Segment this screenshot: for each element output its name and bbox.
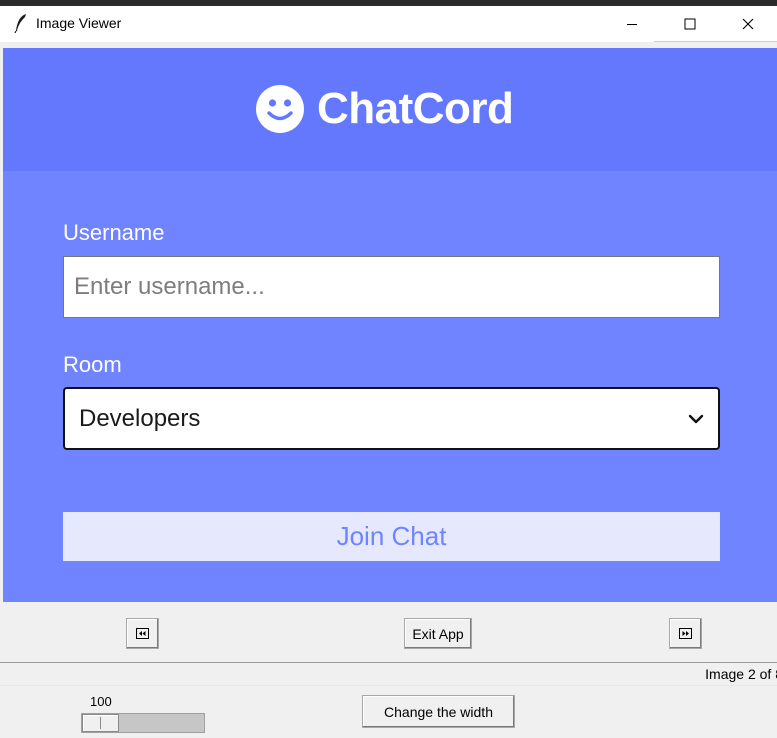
maximize-button[interactable] [661, 6, 719, 42]
close-button[interactable] [719, 6, 777, 42]
username-input[interactable] [63, 256, 720, 318]
room-label: Room [63, 352, 122, 377]
chevron-down-icon [688, 414, 704, 423]
rewind-icon [136, 628, 149, 639]
chatcord-logo: ChatCord [255, 84, 514, 134]
chatcord-header: ChatCord [3, 48, 777, 171]
previous-image-button[interactable] [126, 618, 159, 649]
image-counter: Image 2 of 8 [705, 666, 777, 682]
join-chat-button[interactable]: Join Chat [63, 512, 720, 561]
username-label: Username [63, 220, 165, 245]
status-bar: Image 2 of 8 [0, 662, 777, 686]
change-width-button[interactable]: Change the width [362, 695, 515, 728]
smiley-icon [256, 85, 304, 133]
feather-icon [14, 14, 26, 33]
title-bar: Image Viewer [0, 6, 777, 42]
image-display: ChatCord Username Room Developers Join C… [3, 48, 777, 602]
maximize-icon [684, 18, 696, 30]
width-scale-slider[interactable] [82, 714, 119, 732]
image-viewer-window: Image Viewer ChatCord Username Enter use… [0, 6, 777, 738]
exit-app-button[interactable]: Exit App [404, 618, 472, 649]
title-bar-edge [654, 41, 777, 42]
scale-value: 100 [90, 694, 112, 709]
logo-text: ChatCord [317, 84, 514, 133]
close-icon [742, 18, 754, 30]
room-selected-value: Developers [79, 404, 201, 432]
room-select[interactable]: Developers [63, 387, 720, 450]
window-title: Image Viewer [36, 15, 122, 31]
minimize-icon [627, 24, 637, 25]
fast-forward-icon [679, 628, 692, 639]
next-image-button[interactable] [669, 618, 702, 649]
minimize-button[interactable] [603, 6, 661, 42]
